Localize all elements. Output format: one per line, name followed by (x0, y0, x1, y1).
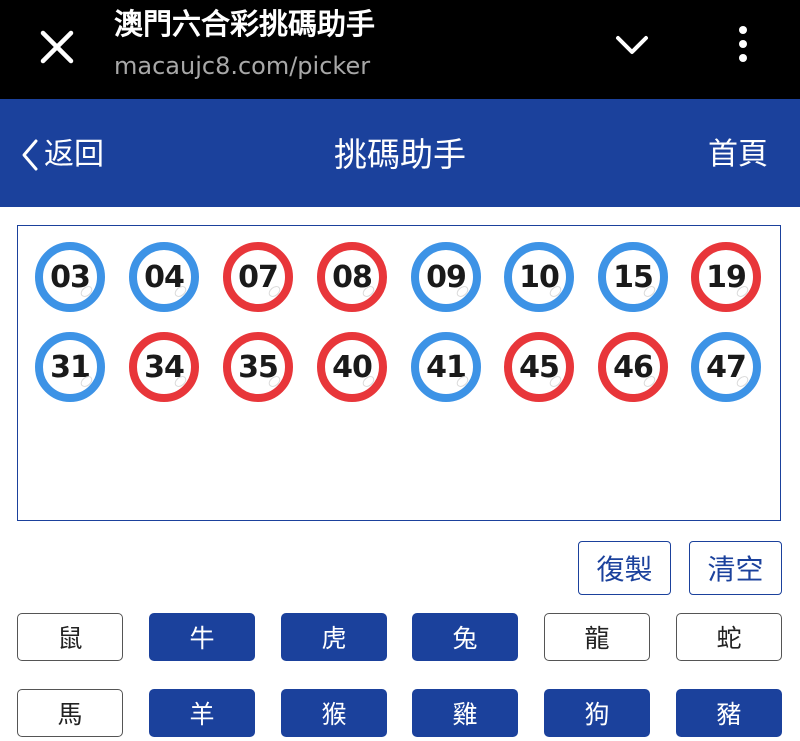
number-ball[interactable]: 45 (504, 332, 574, 402)
number-ball-label: 40 (332, 349, 373, 385)
clear-button[interactable]: 清空 (689, 541, 782, 595)
chevron-down-icon[interactable] (612, 30, 652, 60)
zodiac-button[interactable]: 兔 (412, 613, 518, 661)
number-ball-label: 46 (613, 349, 654, 385)
browser-url[interactable]: macaujc8.com/picker (114, 50, 370, 82)
number-ball-label: 47 (706, 349, 747, 385)
browser-page-title: 澳門六合彩挑碼助手 (114, 7, 376, 41)
more-options-icon[interactable] (730, 24, 756, 64)
number-ball[interactable]: 04 (129, 242, 199, 312)
page-title: 挑碼助手 (334, 135, 466, 174)
number-ball[interactable]: 19 (691, 242, 761, 312)
number-ball[interactable]: 47 (691, 332, 761, 402)
app-header: 返回 挑碼助手 首頁 (0, 99, 800, 207)
zodiac-button[interactable]: 雞 (412, 689, 518, 737)
number-ball[interactable]: 10 (504, 242, 574, 312)
number-ball-label: 31 (50, 349, 91, 385)
number-ball[interactable]: 03 (35, 242, 105, 312)
number-ball[interactable]: 31 (35, 332, 105, 402)
browser-bar: 澳門六合彩挑碼助手 macaujc8.com/picker (0, 0, 800, 99)
number-ball-label: 35 (238, 349, 279, 385)
number-ball[interactable]: 46 (598, 332, 668, 402)
number-ball[interactable]: 35 (223, 332, 293, 402)
zodiac-button[interactable]: 猴 (281, 689, 387, 737)
number-ball[interactable]: 40 (317, 332, 387, 402)
number-ball[interactable]: 09 (411, 242, 481, 312)
number-ball-label: 07 (238, 259, 279, 295)
number-ball-label: 41 (426, 349, 467, 385)
zodiac-button[interactable]: 虎 (281, 613, 387, 661)
number-ball-label: 15 (613, 259, 654, 295)
number-ball-label: 45 (519, 349, 560, 385)
number-ball-label: 03 (50, 259, 91, 295)
zodiac-button[interactable]: 蛇 (676, 613, 782, 661)
home-button[interactable]: 首頁 (708, 135, 768, 175)
zodiac-button[interactable]: 牛 (149, 613, 255, 661)
zodiac-button[interactable]: 羊 (149, 689, 255, 737)
zodiac-button[interactable]: 鼠 (17, 613, 123, 661)
copy-button[interactable]: 復製 (578, 541, 671, 595)
zodiac-button[interactable]: 馬 (17, 689, 123, 737)
number-ball[interactable]: 15 (598, 242, 668, 312)
zodiac-button[interactable]: 龍 (544, 613, 650, 661)
number-ball-label: 19 (706, 259, 747, 295)
number-ball[interactable]: 41 (411, 332, 481, 402)
number-ball-label: 34 (144, 349, 185, 385)
number-ball[interactable]: 07 (223, 242, 293, 312)
zodiac-button[interactable]: 豬 (676, 689, 782, 737)
number-ball-label: 09 (426, 259, 467, 295)
number-ball-label: 10 (519, 259, 560, 295)
zodiac-button[interactable]: 狗 (544, 689, 650, 737)
number-ball[interactable]: 08 (317, 242, 387, 312)
close-icon[interactable] (34, 24, 80, 70)
number-ball-label: 08 (332, 259, 373, 295)
number-ball[interactable]: 34 (129, 332, 199, 402)
selected-numbers-box: 03 04 07 08 09 10 15 19 31 34 35 40 41 45 46 47 (17, 225, 781, 521)
number-ball-label: 04 (144, 259, 185, 295)
